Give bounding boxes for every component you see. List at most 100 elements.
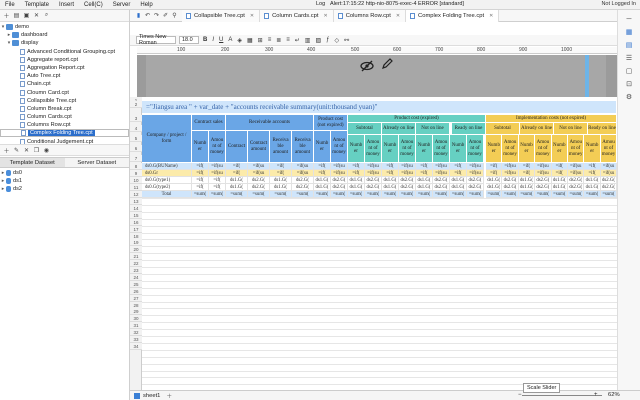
data-cell[interactable]: =if(su: [209, 170, 226, 177]
data-cell[interactable]: =if(su: [292, 170, 314, 177]
zoom-slider[interactable]: [522, 395, 602, 396]
data-cell[interactable]: ds1.G(: [382, 177, 399, 184]
data-cell[interactable]: =sum(: [348, 191, 365, 198]
tab-columns-row[interactable]: Columns Row.cpt✕: [334, 10, 406, 22]
header-subgroup[interactable]: Subtotal: [348, 123, 382, 135]
data-cell[interactable]: =sum(: [365, 191, 382, 198]
folder-icon[interactable]: ▤: [13, 12, 20, 19]
data-cell[interactable]: ds1.G(: [450, 177, 467, 184]
header-leaf[interactable]: Contract amount: [248, 131, 270, 163]
tree-folder-display[interactable]: ▾display: [0, 39, 129, 47]
data-cell[interactable]: ds2.G(: [433, 177, 450, 184]
data-cell[interactable]: ds1.G(: [270, 184, 292, 191]
header-leaf[interactable]: Contract: [226, 131, 248, 163]
add-sheet-icon[interactable]: ＋: [166, 391, 172, 400]
report-settings-icon[interactable]: ⚙: [625, 93, 633, 101]
data-cell[interactable]: =if(su: [331, 163, 348, 170]
row-number[interactable]: 12: [130, 191, 142, 198]
header-product-cost[interactable]: Product cost (not expired): [314, 115, 348, 131]
data-cell[interactable]: ds1.G(: [314, 184, 331, 191]
tab-server-dataset[interactable]: Server Dataset: [65, 158, 130, 167]
tab-template-dataset[interactable]: Template Dataset: [0, 158, 65, 167]
data-cell[interactable]: ds2.G(: [365, 184, 382, 191]
data-cell[interactable]: =if(: [584, 170, 600, 177]
widget-settings-icon[interactable]: ⊡: [625, 80, 633, 88]
data-cell[interactable]: =sum(: [209, 191, 226, 198]
save-icon[interactable]: ▣: [23, 12, 30, 19]
data-cell[interactable]: =if(: [192, 163, 209, 170]
header-subgroup[interactable]: Already on line: [520, 123, 554, 135]
data-cell[interactable]: ds2.G(: [433, 184, 450, 191]
data-cell[interactable]: ds2.G(: [535, 177, 551, 184]
header-leaf[interactable]: Amou nt of money: [331, 131, 348, 163]
data-cell[interactable]: ds1.G(: [226, 184, 248, 191]
tree-file-item[interactable]: Aggregation Report.cpt: [0, 64, 129, 72]
data-cell[interactable]: ds1.G(: [270, 177, 292, 184]
data-cell[interactable]: =sum(: [467, 191, 484, 198]
data-cell[interactable]: =if(: [552, 163, 568, 170]
data-cell[interactable]: ds1.G(: [226, 177, 248, 184]
edit-pencil-icon[interactable]: [381, 58, 393, 72]
header-product-expired[interactable]: Product cost (expired): [348, 115, 486, 123]
header-leaf[interactable]: Amou nt of money: [209, 131, 226, 163]
header-leaf[interactable]: Numb er: [552, 135, 568, 163]
data-cell[interactable]: =if(: [226, 163, 248, 170]
data-cell[interactable]: =if(: [270, 170, 292, 177]
login-status[interactable]: Not Logged In: [601, 1, 636, 7]
header-leaf[interactable]: Amou nt of money: [467, 135, 484, 163]
row-number[interactable]: 3: [130, 115, 142, 122]
data-cell[interactable]: ds2.G(: [331, 184, 348, 191]
data-cell[interactable]: =sum(: [502, 191, 518, 198]
data-cell[interactable]: ds2.G(: [248, 177, 270, 184]
data-cell[interactable]: =sum(: [486, 191, 502, 198]
condition-attribute-icon[interactable]: ☰: [625, 54, 633, 62]
close-icon[interactable]: ✕: [489, 13, 493, 19]
menu-cell[interactable]: Cell(C): [79, 2, 108, 8]
data-cell[interactable]: =if(su: [292, 163, 314, 170]
data-cell[interactable]: =if(su: [433, 170, 450, 177]
data-cell[interactable]: =sum(: [270, 191, 292, 198]
data-cell[interactable]: =sum(: [416, 191, 433, 198]
hyperlink-attribute-icon[interactable]: ▢: [625, 67, 633, 75]
wrap-icon[interactable]: ↵: [294, 37, 301, 44]
data-cell[interactable]: ds2.G(: [331, 177, 348, 184]
header-leaf[interactable]: Amou nt of money: [568, 135, 584, 163]
data-cell[interactable]: =if(su: [601, 163, 617, 170]
data-cell[interactable]: =if(: [584, 163, 600, 170]
tree-file-item[interactable]: Cloumn Card.cpt: [0, 89, 129, 97]
data-cell[interactable]: =if(su: [365, 170, 382, 177]
header-subgroup[interactable]: Already on line: [382, 123, 416, 135]
data-cell[interactable]: =if(su: [535, 170, 551, 177]
data-cell[interactable]: ds1.G(: [416, 184, 433, 191]
font-color-icon[interactable]: A: [227, 37, 233, 43]
data-cell[interactable]: ds2.G(: [502, 177, 518, 184]
data-cell[interactable]: =if(su: [568, 170, 584, 177]
data-cell[interactable]: =if(su: [502, 170, 518, 177]
header-subgroup[interactable]: Not on line: [416, 123, 450, 135]
insert-chart-icon[interactable]: ▥: [304, 37, 312, 44]
data-cell[interactable]: ds1.G(: [519, 177, 535, 184]
data-cell[interactable]: =if(su: [467, 170, 484, 177]
tree-folder-dashboard[interactable]: ▸dashboard: [0, 31, 129, 39]
row-label-cell[interactable]: ds0.G(type1): [142, 177, 192, 184]
tree-root[interactable]: ▾demo: [0, 23, 129, 31]
data-cell[interactable]: =if(: [382, 163, 399, 170]
report-grid[interactable]: ="Jiangsu area " + var_date + "accounts …: [130, 97, 617, 390]
data-cell[interactable]: ds2.G(: [292, 184, 314, 191]
dataset-item[interactable]: ▸ds2: [0, 185, 129, 193]
data-cell[interactable]: ds2.G(: [399, 184, 416, 191]
data-cell[interactable]: =sum(: [331, 191, 348, 198]
tree-file-item[interactable]: Aggregate report.cpt: [0, 56, 129, 64]
header-leaf[interactable]: Numb er: [416, 135, 433, 163]
header-leaf[interactable]: Receiva ble amount: [292, 131, 314, 163]
zoom-out-icon[interactable]: −: [518, 392, 522, 398]
data-cell[interactable]: ds2.G(: [467, 177, 484, 184]
data-cell[interactable]: =sum(: [433, 191, 450, 198]
data-cell[interactable]: =if(: [270, 163, 292, 170]
header-subgroup[interactable]: Ready on line: [588, 123, 617, 135]
data-cell[interactable]: ds2.G(: [601, 184, 617, 191]
data-cell[interactable]: =if(: [314, 163, 331, 170]
data-cell[interactable]: =if(su: [502, 163, 518, 170]
align-right-icon[interactable]: ≡: [285, 37, 291, 43]
data-cell[interactable]: ds1.G(: [519, 184, 535, 191]
